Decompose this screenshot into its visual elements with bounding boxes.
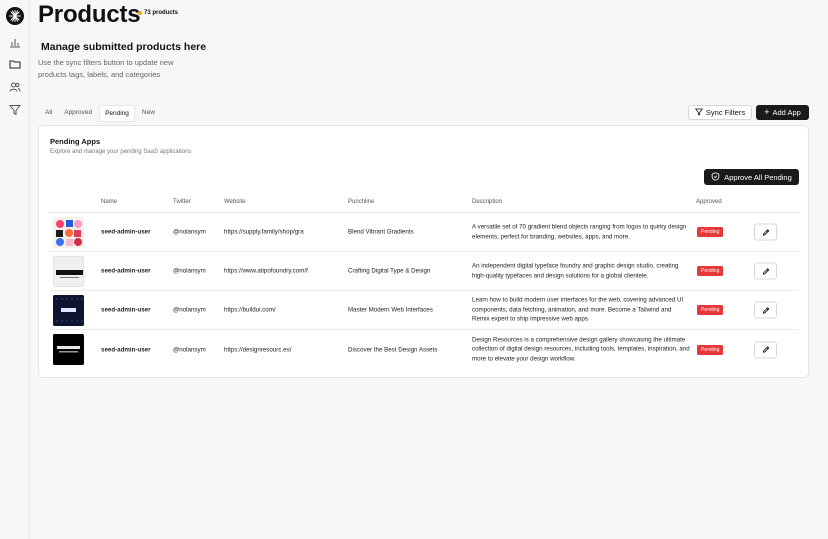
app-punchline: Crafting Digital Type & Design [348, 267, 431, 275]
approve-all-label: Approve All Pending [724, 172, 792, 182]
table-row: seed-admin-user @nolansym https://design… [49, 330, 799, 369]
status-badge: Pending [697, 305, 724, 315]
app-punchline: Blend Vibrant Gradients [348, 228, 414, 236]
column-header-name: Name [101, 199, 118, 205]
app-description: An independent digital typeface foundry … [472, 262, 679, 279]
pencil-icon [762, 346, 769, 353]
section-heading: Manage submitted products here [41, 41, 207, 53]
table-row: seed-admin-user @nolansym https://www.at… [49, 252, 799, 291]
app-name: seed-admin-user [101, 306, 151, 314]
app-twitter[interactable]: @nolansym [173, 268, 206, 275]
filter-icon [694, 108, 704, 118]
app-name: seed-admin-user [101, 346, 151, 353]
section-description: Use the sync filters button to update ne… [38, 58, 174, 79]
app-punchline: Discover the Best Design Assets [348, 346, 438, 353]
pencil-icon [762, 267, 769, 275]
app-twitter[interactable]: @nolansym [173, 346, 206, 353]
users-icon[interactable] [8, 80, 22, 94]
tab-new[interactable]: New [137, 105, 160, 122]
app-thumbnail [53, 295, 84, 326]
tab-pending[interactable]: Pending [99, 105, 135, 122]
app-twitter[interactable]: @nolansym [173, 229, 206, 236]
card-subtitle: Explore and manage your pending SaaS app… [50, 149, 192, 155]
edit-button[interactable] [754, 301, 777, 319]
app-website[interactable]: https://www.atipofoundry.com/f [224, 268, 308, 275]
column-header-website: Website [224, 199, 246, 205]
pencil-icon [762, 228, 769, 236]
sidebar [0, 0, 30, 539]
filter-icon[interactable] [8, 103, 22, 117]
status-dot-icon [138, 11, 142, 15]
app-website[interactable]: https://buildui.com/ [224, 307, 276, 314]
app-description: A versatile set of 70 gradient blend obj… [472, 223, 687, 240]
app-description: Design Resources is a comprehensive desi… [472, 336, 690, 363]
tab-all[interactable]: All [40, 105, 57, 122]
product-count-badge: 73 products [138, 10, 178, 16]
page-title: Products [38, 1, 141, 28]
edit-button[interactable] [754, 262, 777, 280]
column-header-punchline: Punchline [348, 199, 375, 205]
status-badge: Pending [697, 344, 724, 355]
pencil-icon [762, 306, 769, 314]
tab-approved[interactable]: Approved [59, 105, 97, 122]
shield-check-icon [711, 171, 720, 183]
column-header-description: Description [472, 199, 503, 205]
add-app-label: Add App [772, 108, 801, 117]
approve-all-button[interactable]: Approve All Pending [704, 169, 799, 185]
status-badge: Pending [697, 227, 724, 237]
folder-icon[interactable] [8, 57, 22, 71]
add-app-button[interactable]: + Add App [756, 105, 809, 120]
card-title: Pending Apps [50, 137, 101, 146]
app-thumbnail [53, 256, 84, 287]
table-row: seed-admin-user @nolansym https://supply… [49, 213, 799, 252]
column-header-twitter: Twitter [173, 199, 191, 205]
pending-apps-card: Pending Apps Explore and manage your pen… [38, 125, 809, 378]
status-badge: Pending [697, 266, 724, 276]
edit-button[interactable] [754, 223, 777, 241]
logo-icon[interactable] [6, 7, 24, 25]
app-website[interactable]: https://supply.family/shop/gra [224, 229, 304, 236]
sync-filters-button[interactable]: Sync Filters [688, 105, 752, 120]
edit-button[interactable] [754, 341, 777, 358]
filter-tabs: All Approved Pending New [40, 105, 160, 122]
app-website[interactable]: https://designresourc.es/ [224, 346, 291, 353]
app-description: Learn how to build modern user interface… [472, 296, 684, 323]
app-thumbnail [53, 217, 84, 248]
app-name: seed-admin-user [101, 228, 151, 236]
sync-filters-label: Sync Filters [705, 108, 746, 117]
app-punchline: Master Modern Web Interfaces [348, 306, 433, 314]
analytics-icon[interactable] [8, 35, 22, 49]
column-header-approved: Approved [696, 199, 722, 205]
app-twitter[interactable]: @nolansym [173, 307, 206, 314]
app-name: seed-admin-user [101, 267, 151, 275]
table-row: seed-admin-user @nolansym https://buildu… [49, 291, 799, 330]
app-thumbnail [53, 334, 84, 365]
plus-icon: + [764, 107, 770, 117]
product-count-label: 73 products [144, 10, 179, 16]
